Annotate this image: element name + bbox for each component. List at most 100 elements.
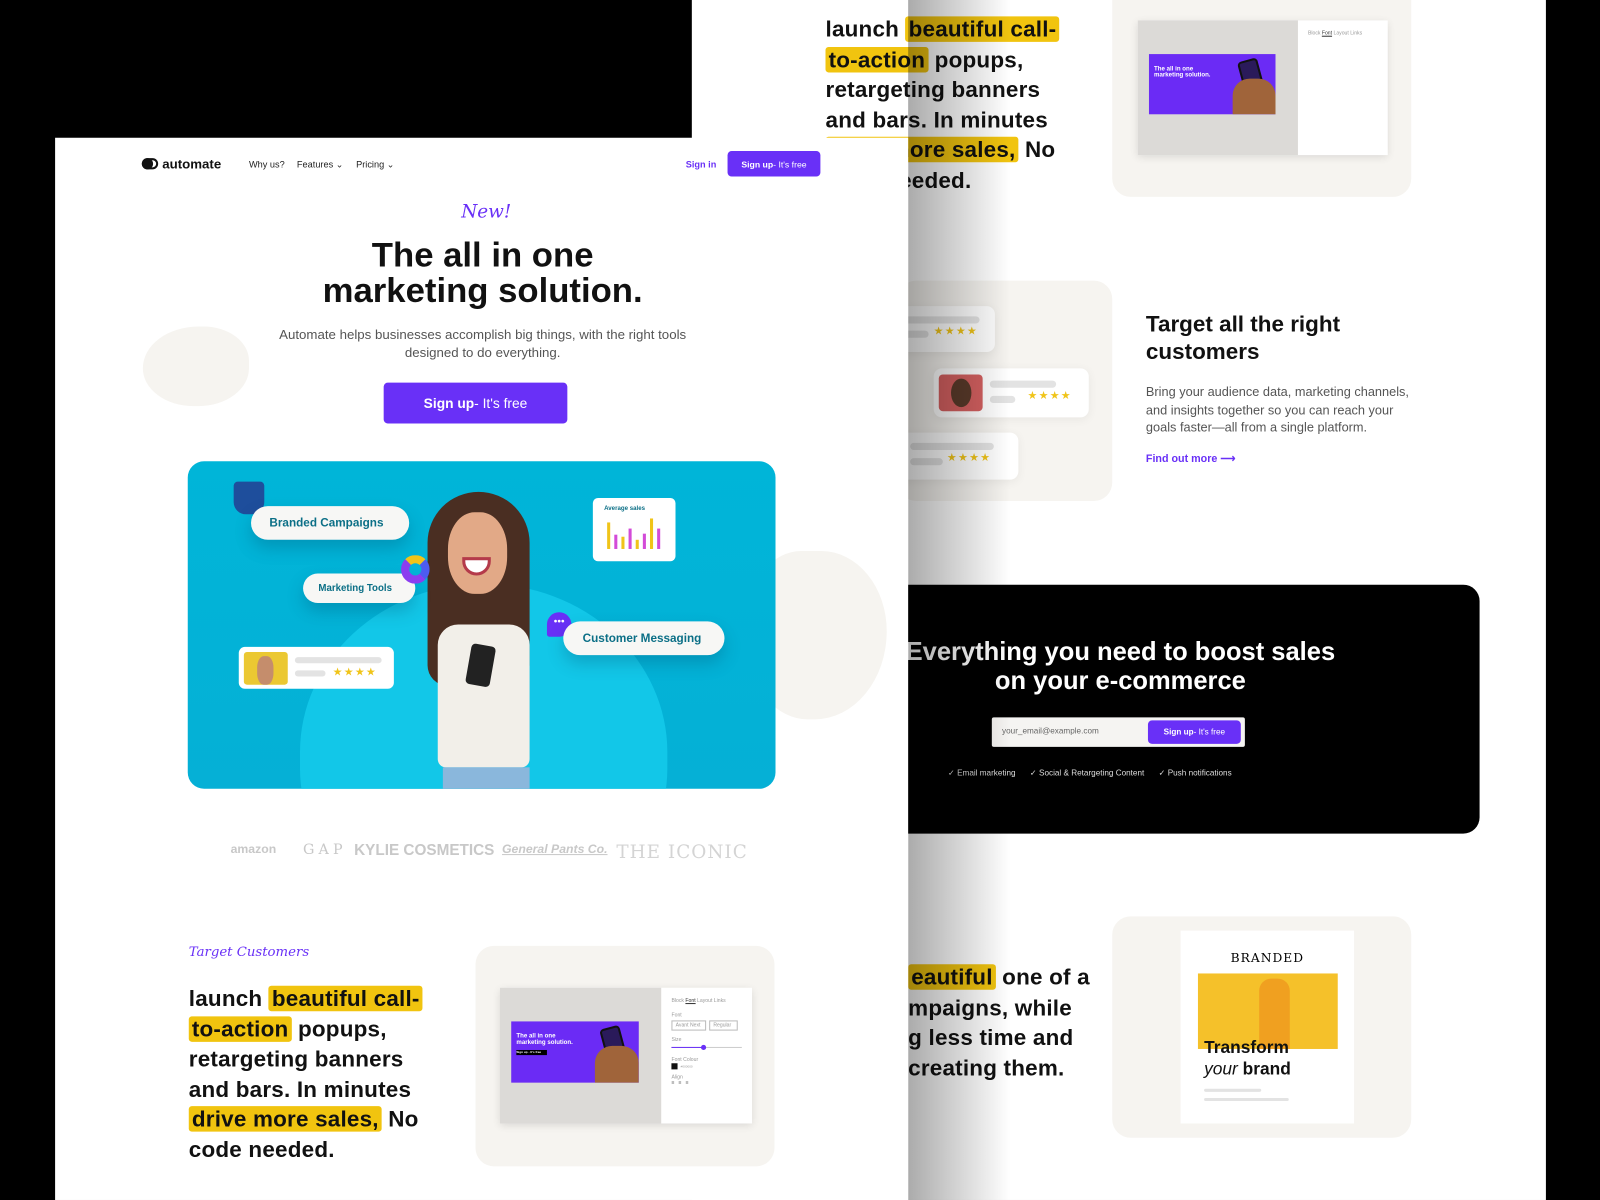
highlighted-text: drive more sales, bbox=[188, 1106, 382, 1132]
mini-bar-chart bbox=[607, 518, 661, 549]
check-icon: ✓ bbox=[947, 768, 955, 778]
text-segment: and bars. In minutes bbox=[825, 106, 1048, 133]
chart-bar bbox=[649, 518, 654, 549]
text-segment: retargeting banners bbox=[825, 76, 1041, 103]
brand-logo-gap: GAP bbox=[303, 841, 347, 859]
text-segment: popups, bbox=[928, 46, 1024, 72]
hero-image: Branded Campaigns Marketing Tools Averag… bbox=[187, 461, 776, 789]
weight-select[interactable]: Regular bbox=[709, 1020, 738, 1031]
tab-layout[interactable]: Layout bbox=[697, 998, 712, 1004]
campaigns-text: eautiful one of a mpaigns, while g less ti… bbox=[908, 962, 1090, 1082]
hero-title: The all in one marketing solution. bbox=[322, 235, 643, 311]
tab-font[interactable]: Font bbox=[685, 998, 695, 1004]
size-slider[interactable] bbox=[671, 1044, 742, 1051]
cta-signup-button[interactable]: Sign up - It's free bbox=[1147, 720, 1241, 744]
nav-signup-button[interactable]: Sign up - It's free bbox=[727, 151, 821, 177]
text-line: to-action popups, bbox=[825, 44, 1060, 74]
logo-icon bbox=[141, 158, 159, 170]
text-line: eautiful one of a bbox=[908, 962, 1090, 992]
text-line: retargeting banners bbox=[189, 1044, 423, 1074]
check-icon: ✓ bbox=[1158, 768, 1166, 778]
new-badge: New! bbox=[461, 201, 512, 223]
rating-stars: ★★★★ bbox=[332, 666, 377, 679]
nav-pricing[interactable]: Pricing ⌄ bbox=[356, 159, 394, 170]
target-title: Target all the right customers bbox=[1145, 311, 1341, 365]
pill-marketing-tools: Marketing Tools bbox=[303, 573, 416, 604]
text-segment: creating them. bbox=[908, 1054, 1065, 1081]
rating-stars: ★★★★ bbox=[946, 452, 992, 465]
text-segment: launch bbox=[188, 985, 269, 1012]
text-line: and bars. In minutes bbox=[826, 105, 1060, 135]
brand-logo-general-pants: General Pants Co. bbox=[502, 841, 608, 857]
text-segment: mpaigns, while bbox=[908, 994, 1072, 1020]
font-label: Font bbox=[671, 1012, 682, 1019]
arrow-right-icon: ⟶ bbox=[1220, 453, 1236, 466]
logo-text: automate bbox=[162, 156, 222, 172]
text-segment: g less time and bbox=[908, 1024, 1074, 1050]
brand-logo-kylie: KYLIE COSMETICS bbox=[354, 841, 495, 860]
logo[interactable]: automate bbox=[141, 156, 222, 172]
text-segment: one of a bbox=[995, 964, 1090, 990]
highlighted-text: to-action bbox=[188, 1015, 292, 1042]
branded-card: BRANDED Transform your brand bbox=[1112, 916, 1412, 1138]
text-segment: code needed. bbox=[188, 1136, 335, 1162]
chevron-down-icon: ⌄ bbox=[386, 159, 395, 170]
highlighted-text: beautiful call- bbox=[905, 16, 1060, 42]
editor-mockup: The all in one marketing solution. Block … bbox=[1137, 20, 1388, 156]
tab-font[interactable]: Font bbox=[1322, 31, 1332, 37]
tab-block[interactable]: Block bbox=[1308, 31, 1320, 37]
chart-bar bbox=[607, 522, 611, 549]
size-label: Size bbox=[671, 1036, 682, 1043]
editor-mockup: The all in one marketing solution. Sign up… bbox=[499, 987, 753, 1124]
review-card: ★★★★ bbox=[238, 646, 394, 689]
highlighted-text: eautiful bbox=[908, 964, 996, 990]
showcase-canvas: launch beautiful call-to-action popups, r… bbox=[0, 0, 1600, 1200]
tab-block[interactable]: Block bbox=[672, 998, 684, 1004]
chart-bar bbox=[642, 533, 646, 549]
hero-signup-button[interactable]: Sign up - It's free bbox=[383, 382, 568, 424]
text-segment: retargeting banners bbox=[188, 1045, 404, 1072]
cta-title: Everything you need to boost sales on you… bbox=[905, 637, 1336, 695]
text-line: to-action popups, bbox=[188, 1014, 423, 1044]
pill-customer-messaging: Customer Messaging bbox=[563, 621, 725, 656]
brand-name: BRANDED bbox=[1230, 951, 1305, 966]
font-select[interactable]: Avant Next bbox=[671, 1020, 707, 1031]
banner-title-2: marketing solution. bbox=[1154, 72, 1211, 79]
text-line: launch beautiful call- bbox=[826, 14, 1060, 44]
text-line: launch beautiful call- bbox=[189, 984, 423, 1014]
text-line: code needed. bbox=[189, 1134, 423, 1164]
feature-list: ✓ Email marketing ✓ Social & Retargeting… bbox=[948, 768, 1232, 777]
sign-in-link[interactable]: Sign in bbox=[686, 159, 717, 169]
woman-photo bbox=[417, 491, 539, 789]
tab-layout[interactable]: Layout bbox=[1333, 31, 1348, 37]
nav-why-us[interactable]: Why us? bbox=[249, 159, 285, 169]
feature-item: ✓ Email marketing bbox=[947, 768, 1016, 778]
tab-links[interactable]: Links bbox=[1350, 31, 1362, 37]
review-item: ★★★★ bbox=[933, 368, 1089, 418]
find-out-more-link[interactable]: Find out more ⟶ bbox=[1146, 453, 1236, 465]
chart-bar bbox=[621, 536, 625, 549]
rating-stars: ★★★★ bbox=[1027, 389, 1072, 403]
text-segment: and bars. In minutes bbox=[188, 1076, 412, 1102]
feature-item: ✓ Push notifications bbox=[1158, 768, 1232, 778]
nav-features[interactable]: Features ⌄ bbox=[297, 159, 344, 170]
front-page: automate Why us? Features ⌄ Pricing ⌄ Si… bbox=[55, 137, 909, 1200]
colour-value: #000000 bbox=[680, 1064, 693, 1069]
tab-links[interactable]: Links bbox=[714, 998, 726, 1004]
average-sales-card: Average sales bbox=[592, 497, 676, 562]
editor-preview-card: The all in one marketing solution. Block … bbox=[1112, 0, 1412, 197]
text-segment: No bbox=[1018, 136, 1056, 163]
highlighted-text: beautiful call- bbox=[268, 985, 423, 1012]
donut-chart-icon bbox=[401, 555, 430, 584]
chevron-down-icon: ⌄ bbox=[335, 159, 344, 170]
text-segment: popups, bbox=[291, 1015, 387, 1042]
brand-headline: Transform your brand bbox=[1204, 1037, 1291, 1079]
cta-section: Everything you need to boost sales on you… bbox=[844, 584, 1480, 834]
target-description: Bring your audience data, marketing chan… bbox=[1145, 384, 1409, 435]
align-buttons[interactable]: ≡≡≡ bbox=[672, 1081, 742, 1087]
section-eyebrow: Target Customers bbox=[188, 944, 310, 961]
chart-title: Average sales bbox=[604, 506, 646, 513]
email-input[interactable]: your_email@example.com bbox=[1002, 727, 1099, 736]
text-line: retargeting banners bbox=[826, 74, 1060, 104]
colour-swatch[interactable] bbox=[671, 1063, 678, 1070]
